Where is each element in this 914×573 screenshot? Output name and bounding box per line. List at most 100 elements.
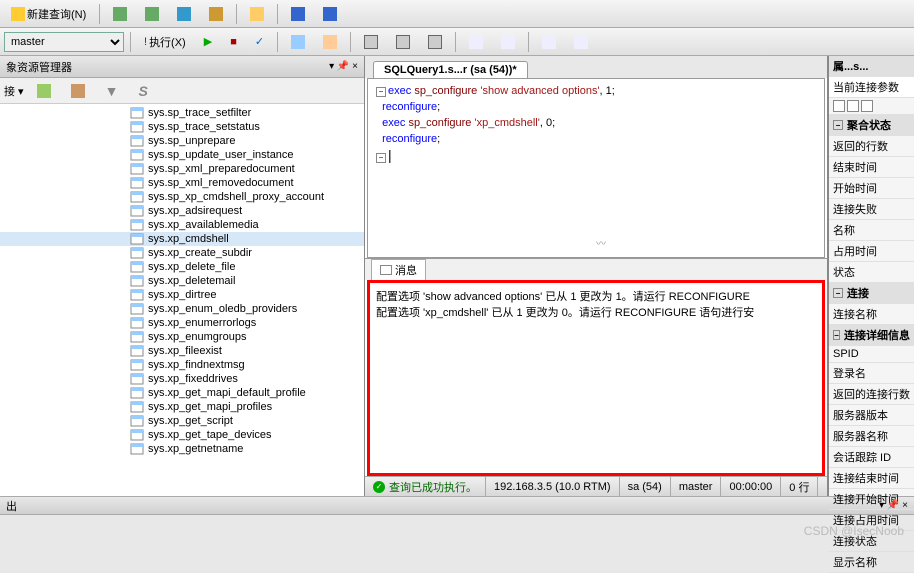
tree-item[interactable]: sys.sp_xp_cmdshell_proxy_account — [0, 190, 364, 204]
stored-proc-icon — [130, 429, 144, 441]
indent-icon[interactable] — [535, 32, 563, 52]
toolbar-icon-3[interactable] — [170, 4, 198, 24]
message-line: 配置选项 'show advanced options' 已从 1 更改为 1。… — [376, 289, 816, 305]
refresh-icon[interactable]: S — [131, 80, 154, 102]
property-row[interactable]: 名称 — [829, 220, 914, 241]
property-row[interactable]: 返回的连接行数 — [829, 384, 914, 405]
stop-icon[interactable]: ■ — [223, 33, 244, 51]
stored-proc-icon — [130, 275, 144, 287]
categorize-icon[interactable] — [833, 100, 845, 112]
property-row[interactable]: 服务器版本 — [829, 405, 914, 426]
property-row[interactable]: 返回的行数 — [829, 136, 914, 157]
tree-item[interactable]: sys.xp_fixeddrives — [0, 372, 364, 386]
property-row[interactable]: 开始时间 — [829, 178, 914, 199]
tree-item-label: sys.sp_update_user_instance — [148, 149, 294, 161]
outdent-icon[interactable] — [567, 32, 595, 52]
new-query-button[interactable]: 新建查询(N) — [4, 3, 93, 25]
tree-item[interactable]: sys.xp_get_mapi_default_profile — [0, 386, 364, 400]
toolbar-icon-4[interactable] — [202, 4, 230, 24]
tree-item[interactable]: sys.xp_get_script — [0, 414, 364, 428]
property-section-header[interactable]: −聚合状态 — [829, 115, 914, 136]
toolbar-icon-5[interactable] — [284, 32, 312, 52]
property-row[interactable]: 连接名称 — [829, 304, 914, 325]
save-all-icon[interactable] — [316, 4, 344, 24]
tree-item[interactable]: sys.sp_update_user_instance — [0, 148, 364, 162]
tree-item[interactable]: sys.sp_unprepare — [0, 134, 364, 148]
tree-item[interactable]: sys.xp_adsirequest — [0, 204, 364, 218]
fold-icon[interactable]: − — [376, 87, 386, 97]
tree-item-label: sys.xp_adsirequest — [148, 205, 242, 217]
results-file-icon[interactable] — [421, 32, 449, 52]
toolbar-icon-2[interactable] — [138, 4, 166, 24]
tree-item[interactable]: sys.xp_create_subdir — [0, 246, 364, 260]
object-explorer-header: 象资源管理器 ▾ 📌 × — [0, 56, 364, 78]
execute-button[interactable]: ! 执行(X) — [137, 31, 193, 53]
results-grid-icon[interactable] — [357, 32, 385, 52]
tree-item[interactable]: sys.xp_enumgroups — [0, 330, 364, 344]
disconnect-icon[interactable] — [64, 81, 92, 101]
save-icon[interactable] — [284, 4, 312, 24]
connect-label[interactable]: 接 ▾ — [4, 83, 24, 99]
tree-item-label: sys.xp_get_tape_devices — [148, 429, 272, 441]
property-section-header[interactable]: −连接详细信息 — [829, 325, 914, 346]
tree-item[interactable]: sys.xp_get_mapi_profiles — [0, 400, 364, 414]
property-row[interactable]: 会话跟踪 ID — [829, 447, 914, 468]
properties-icons[interactable] — [829, 98, 914, 115]
filter-icon[interactable]: ▼ — [98, 80, 126, 102]
parse-icon[interactable]: ✓ — [248, 32, 271, 51]
property-row[interactable]: SPID — [829, 346, 914, 363]
tree-item[interactable]: sys.xp_get_tape_devices — [0, 428, 364, 442]
tree-item[interactable]: sys.xp_findnextmsg — [0, 358, 364, 372]
collapse-icon[interactable]: − — [833, 288, 843, 298]
property-row[interactable]: 结束时间 — [829, 157, 914, 178]
tree-item[interactable]: sys.xp_availablemedia — [0, 218, 364, 232]
tree-item[interactable]: sys.xp_enum_oledb_providers — [0, 302, 364, 316]
tree-item[interactable]: sys.sp_trace_setstatus — [0, 120, 364, 134]
fold-icon[interactable]: − — [376, 153, 386, 163]
messages-pane[interactable]: 配置选项 'show advanced options' 已从 1 更改为 1。… — [367, 280, 825, 476]
tab-messages[interactable]: 消息 — [371, 259, 426, 281]
tab-sqlquery1[interactable]: SQLQuery1.s...r (sa (54))* — [373, 61, 528, 78]
property-row[interactable]: 登录名 — [829, 363, 914, 384]
tree-item-label: sys.xp_availablemedia — [148, 219, 259, 231]
stored-proc-icon — [130, 121, 144, 133]
editor-tabstrip: SQLQuery1.s...r (sa (54))* — [365, 56, 827, 78]
connect-icon[interactable] — [30, 81, 58, 101]
property-row[interactable]: 状态 — [829, 262, 914, 283]
status-server: 192.168.3.5 (10.0 RTM) — [486, 477, 620, 496]
comment-icon[interactable] — [462, 32, 490, 52]
object-tree[interactable]: sys.sp_trace_setfiltersys.sp_trace_setst… — [0, 104, 364, 496]
property-row[interactable]: 连接失败 — [829, 199, 914, 220]
tree-item[interactable]: sys.xp_cmdshell — [0, 232, 364, 246]
property-section-header[interactable]: −连接 — [829, 283, 914, 304]
sort-icon[interactable] — [847, 100, 859, 112]
results-text-icon[interactable] — [389, 32, 417, 52]
uncomment-icon[interactable] — [494, 32, 522, 52]
tree-item-label: sys.xp_enumgroups — [148, 331, 246, 343]
collapse-icon[interactable]: − — [833, 330, 840, 340]
tree-item[interactable]: sys.sp_xml_preparedocument — [0, 162, 364, 176]
property-row[interactable]: 显示名称 — [829, 552, 914, 573]
collapse-icon[interactable]: − — [833, 120, 843, 130]
debug-icon[interactable]: ▶ — [197, 32, 219, 51]
stored-proc-icon — [130, 359, 144, 371]
tree-item[interactable]: sys.sp_xml_removedocument — [0, 176, 364, 190]
tree-item[interactable]: sys.xp_fileexist — [0, 344, 364, 358]
tree-item[interactable]: sys.sp_trace_setfilter — [0, 106, 364, 120]
property-row[interactable]: 占用时间 — [829, 241, 914, 262]
tree-item[interactable]: sys.xp_enumerrorlogs — [0, 316, 364, 330]
tree-item[interactable]: sys.xp_dirtree — [0, 288, 364, 302]
tree-item[interactable]: sys.xp_deletemail — [0, 274, 364, 288]
toolbar-icon-6[interactable] — [316, 32, 344, 52]
toolbar-icon-1[interactable] — [106, 4, 134, 24]
sql-editor[interactable]: −exec sp_configure 'show advanced option… — [367, 78, 825, 258]
separator — [528, 32, 529, 52]
tree-item[interactable]: sys.xp_getnetname — [0, 442, 364, 456]
property-row[interactable]: 服务器名称 — [829, 426, 914, 447]
database-dropdown[interactable]: master — [4, 32, 124, 52]
property-row[interactable]: 连接结束时间 — [829, 468, 914, 489]
tree-item-label: sys.xp_fileexist — [148, 345, 222, 357]
tree-item[interactable]: sys.xp_delete_file — [0, 260, 364, 274]
props-icon[interactable] — [861, 100, 873, 112]
open-icon[interactable] — [243, 4, 271, 24]
